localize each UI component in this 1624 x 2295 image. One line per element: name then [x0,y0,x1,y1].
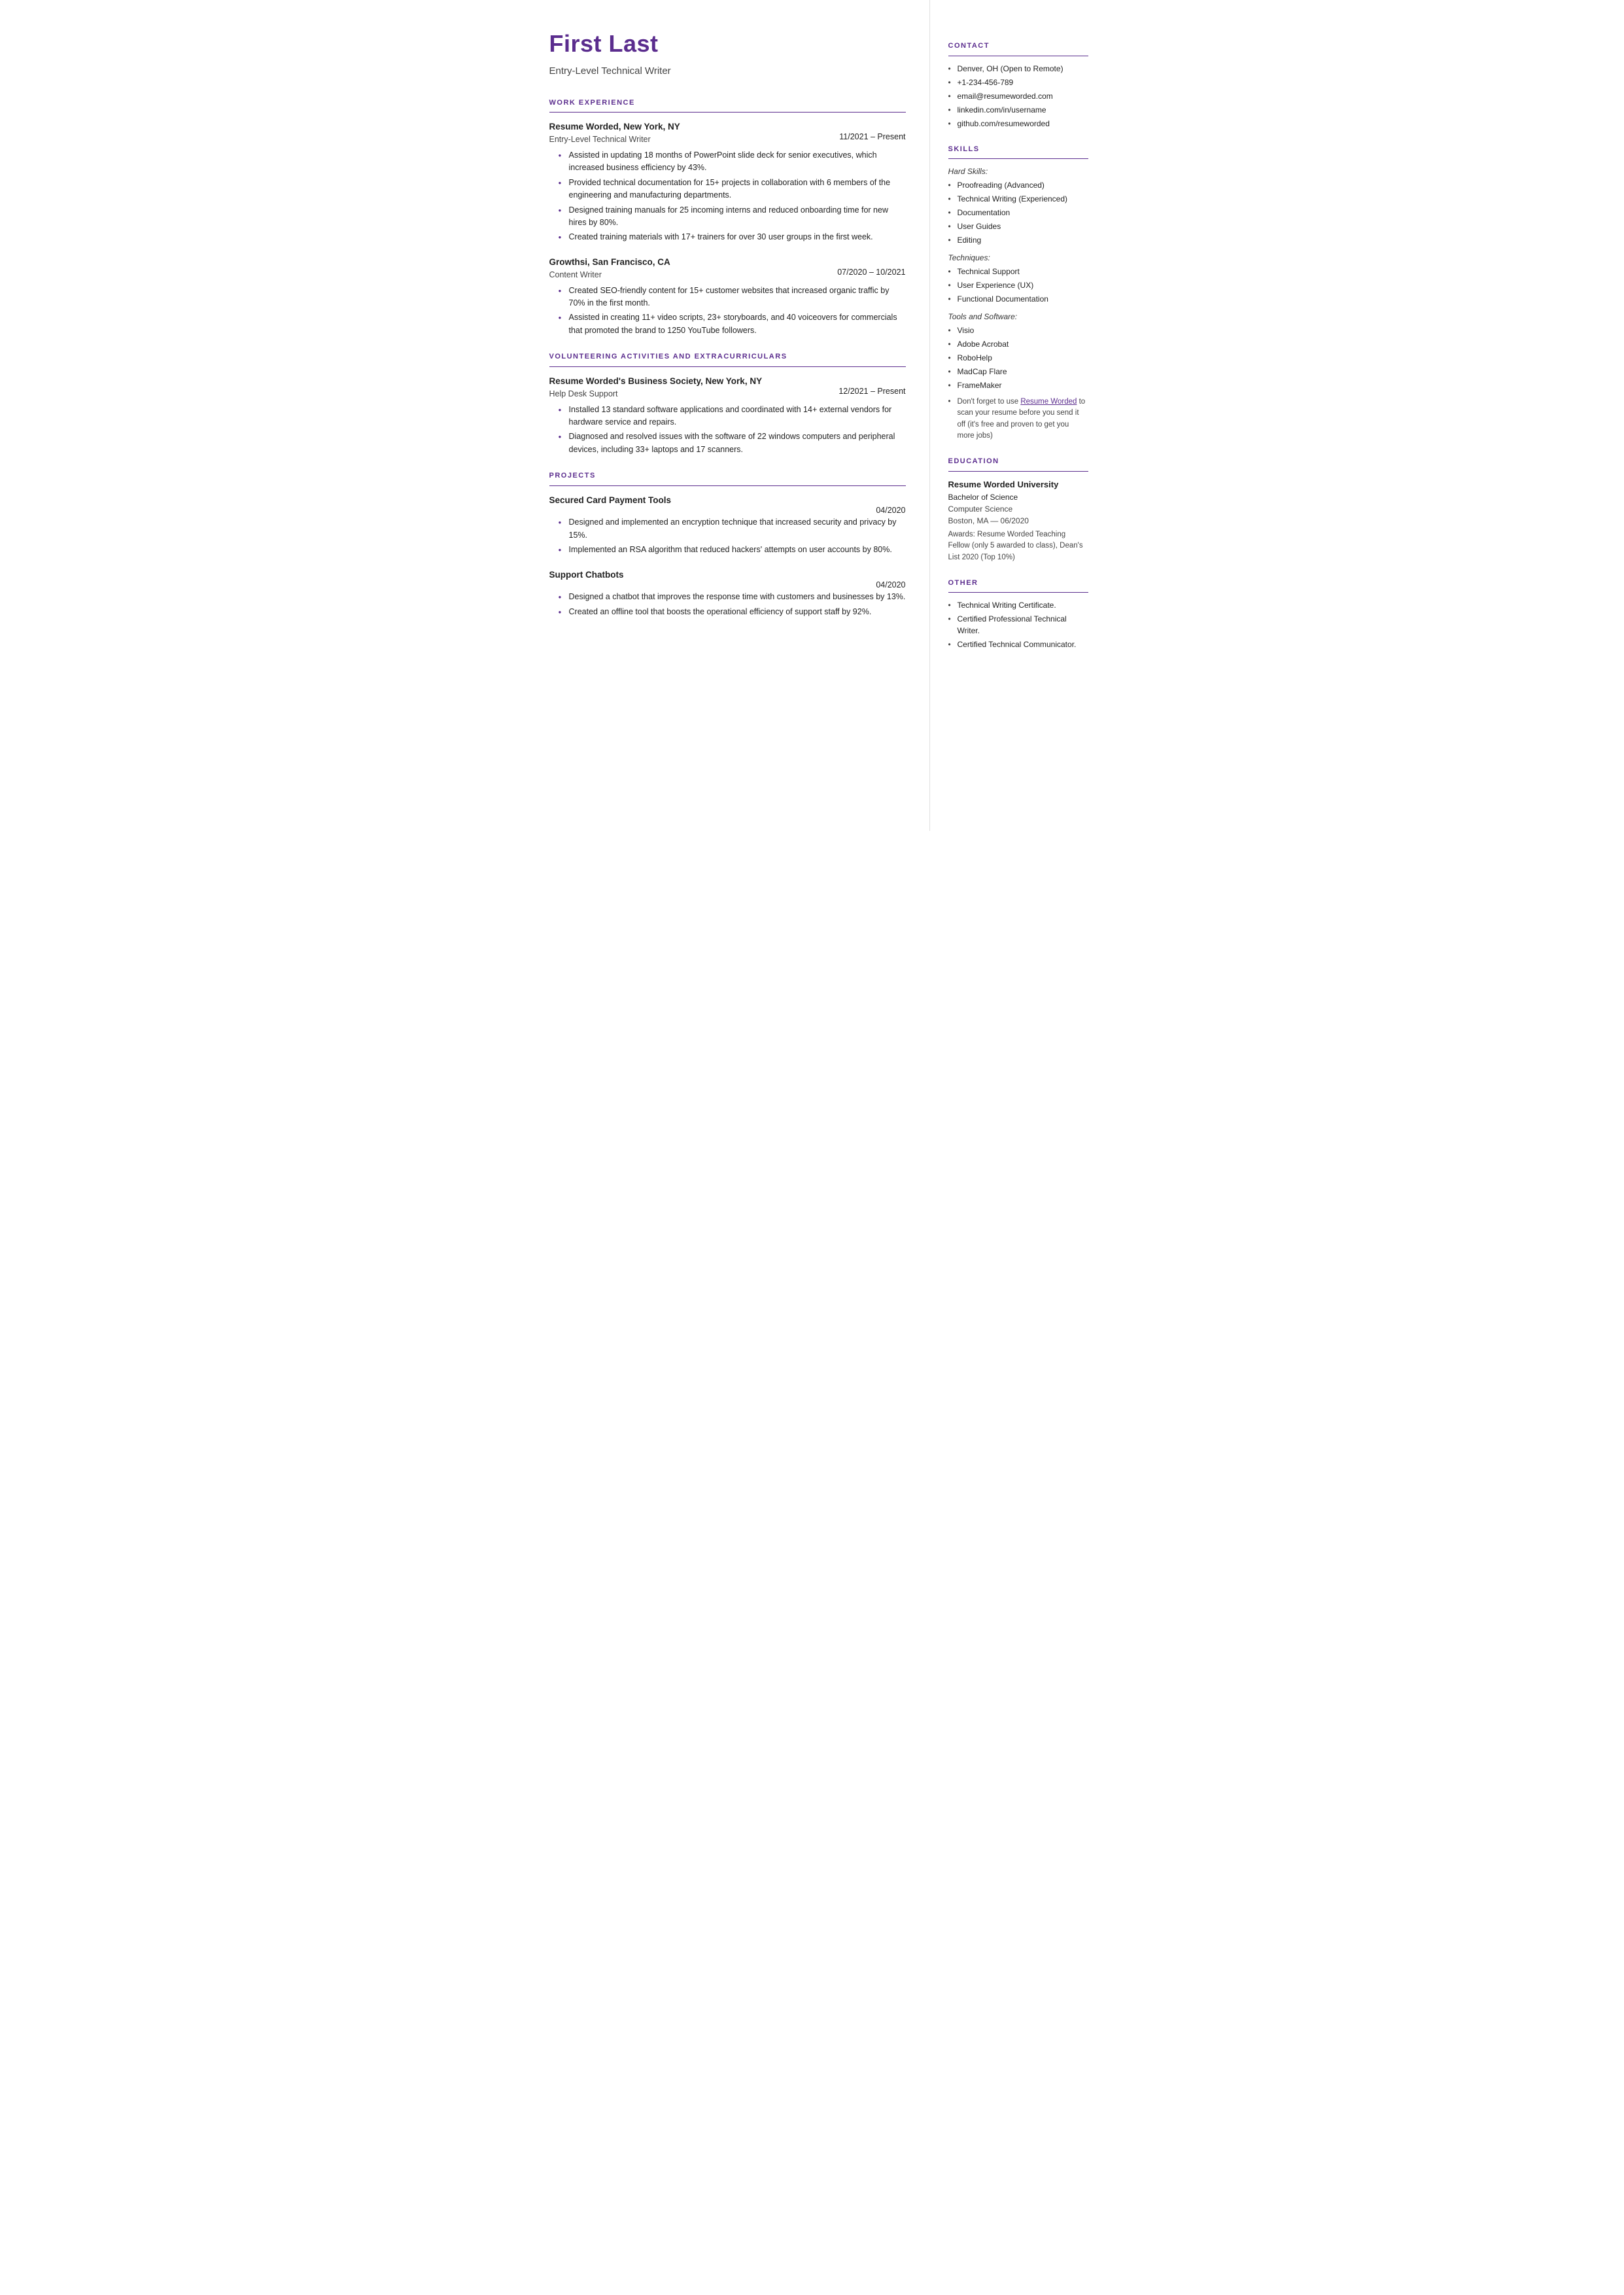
edu-field: Computer Science [948,503,1088,515]
contact-header: CONTACT [948,41,1088,52]
vbullet-1-2: Diagnosed and resolved issues with the s… [559,430,906,456]
hard-skill-4: Editing [948,234,1088,246]
job-dates-1: 11/2021 – Present [839,131,905,143]
job-block-2: Growthsi, San Francisco, CA Content Writ… [549,256,906,338]
technique-0: Technical Support [948,266,1088,277]
volunteering-header: VOLUNTEERING ACTIVITIES AND EXTRACURRICU… [549,351,906,362]
job-dates-2: 07/2020 – 10/2021 [837,266,905,279]
other-item-0: Technical Writing Certificate. [948,599,1088,611]
right-column: CONTACT Denver, OH (Open to Remote) +1-2… [930,0,1107,831]
education-header: EDUCATION [948,456,1088,467]
skills-header: SKILLS [948,144,1088,155]
volunteer-bullets-1: Installed 13 standard software applicati… [549,404,906,457]
project-block-1: Secured Card Payment Tools 04/2020 Desig… [549,494,906,557]
candidate-subtitle: Entry-Level Technical Writer [549,64,906,79]
job-bullets-2: Created SEO-friendly content for 15+ cus… [549,285,906,338]
other-item-1: Certified Professional Technical Writer. [948,613,1088,637]
contact-item-1: +1-234-456-789 [948,77,1088,88]
contact-list: Denver, OH (Open to Remote) +1-234-456-7… [948,63,1088,130]
work-experience-header: WORK EXPERIENCE [549,97,906,109]
contact-item-2: email@resumeworded.com [948,90,1088,102]
scan-note-prefix: Don't forget to use [958,398,1021,406]
resume-page: First Last Entry-Level Technical Writer … [518,0,1107,831]
pbullet-1-1: Designed and implemented an encryption t… [559,516,906,542]
other-header: OTHER [948,578,1088,589]
job-company-2: Growthsi, San Francisco, CA Content Writ… [549,256,670,285]
other-divider [948,592,1088,593]
hard-skill-3: User Guides [948,220,1088,232]
candidate-name: First Last [549,26,906,61]
volunteer-org-1: Resume Worded's Business Society, New Yo… [549,375,763,404]
bullet-1-2: Provided technical documentation for 15+… [559,177,906,202]
job-company-1: Resume Worded, New York, NY Entry-Level … [549,120,680,149]
work-experience-divider [549,112,906,113]
project-name-1: Secured Card Payment Tools [549,494,672,507]
edu-awards: Awards: Resume Worded Teaching Fellow (o… [948,529,1088,563]
tools-label: Tools and Software: [948,311,1088,323]
pbullet-2-1: Designed a chatbot that improves the res… [559,591,906,603]
bullet-2-2: Assisted in creating 11+ video scripts, … [559,311,906,337]
resume-worded-link[interactable]: Resume Worded [1020,398,1077,406]
projects-divider [549,485,906,486]
bullet-2-1: Created SEO-friendly content for 15+ cus… [559,285,906,310]
volunteer-header-1: Resume Worded's Business Society, New Yo… [549,375,906,404]
tools-list: Visio Adobe Acrobat RoboHelp MadCap Flar… [948,324,1088,391]
volunteer-dates-1: 12/2021 – Present [838,385,905,398]
job-block-1: Resume Worded, New York, NY Entry-Level … [549,120,906,244]
bullet-1-1: Assisted in updating 18 months of PowerP… [559,149,906,175]
bullet-1-3: Designed training manuals for 25 incomin… [559,204,906,230]
hard-skill-1: Technical Writing (Experienced) [948,193,1088,205]
pbullet-1-2: Implemented an RSA algorithm that reduce… [559,544,906,556]
tool-2: RoboHelp [948,352,1088,364]
vbullet-1-1: Installed 13 standard software applicati… [559,404,906,429]
job-bullets-1: Assisted in updating 18 months of PowerP… [549,149,906,244]
pbullet-2-2: Created an offline tool that boosts the … [559,606,906,618]
other-list: Technical Writing Certificate. Certified… [948,599,1088,650]
contact-item-3: linkedin.com/in/username [948,104,1088,116]
contact-item-4: github.com/resumeworded [948,118,1088,130]
volunteering-divider [549,366,906,367]
projects-header: PROJECTS [549,470,906,482]
edu-school: Resume Worded University [948,478,1088,491]
other-item-2: Certified Technical Communicator. [948,639,1088,650]
bullet-1-4: Created training materials with 17+ trai… [559,231,906,243]
tool-1: Adobe Acrobat [948,338,1088,350]
project-dates-2: 04/2020 [876,579,905,591]
left-column: First Last Entry-Level Technical Writer … [518,0,930,831]
job-header-1: Resume Worded, New York, NY Entry-Level … [549,120,906,149]
technique-2: Functional Documentation [948,293,1088,305]
techniques-list: Technical Support User Experience (UX) F… [948,266,1088,305]
edu-date: Boston, MA — 06/2020 [948,515,1088,527]
hard-skills-label: Hard Skills: [948,166,1088,177]
education-divider [948,471,1088,472]
job-header-2: Growthsi, San Francisco, CA Content Writ… [549,256,906,285]
project-name-2: Support Chatbots [549,569,624,582]
tool-0: Visio [948,324,1088,336]
skills-divider [948,158,1088,159]
project-header-2: Support Chatbots 04/2020 [549,569,906,591]
hard-skill-0: Proofreading (Advanced) [948,179,1088,191]
techniques-label: Techniques: [948,252,1088,264]
technique-1: User Experience (UX) [948,279,1088,291]
project-header-1: Secured Card Payment Tools 04/2020 [549,494,906,517]
contact-item-0: Denver, OH (Open to Remote) [948,63,1088,75]
project-bullets-2: Designed a chatbot that improves the res… [549,591,906,618]
hard-skill-2: Documentation [948,207,1088,219]
project-block-2: Support Chatbots 04/2020 Designed a chat… [549,569,906,619]
tool-3: MadCap Flare [948,366,1088,377]
hard-skills-list: Proofreading (Advanced) Technical Writin… [948,179,1088,246]
project-bullets-1: Designed and implemented an encryption t… [549,516,906,556]
edu-degree: Bachelor of Science [948,491,1088,503]
project-dates-1: 04/2020 [876,504,905,517]
scan-note: Don't forget to use Resume Worded to sca… [948,396,1088,442]
volunteer-block-1: Resume Worded's Business Society, New Yo… [549,375,906,457]
tool-4: FrameMaker [948,379,1088,391]
